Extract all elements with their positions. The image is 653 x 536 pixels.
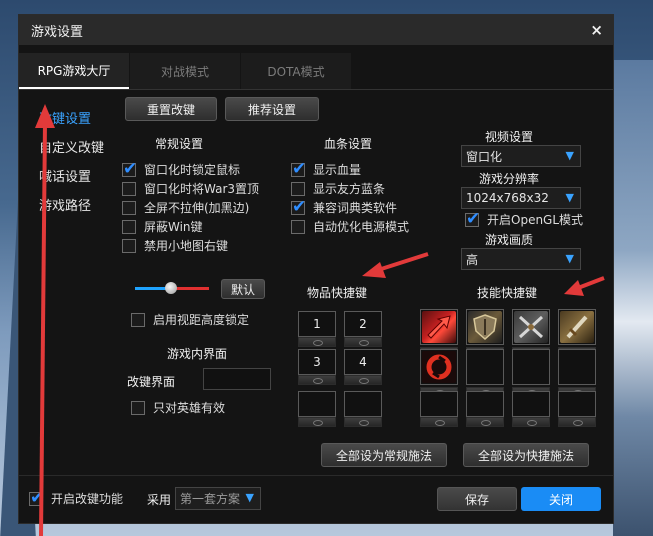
annotation-arrow-vertical	[35, 104, 55, 536]
annotation-arrow-items	[362, 252, 429, 278]
annotation-arrow-skills	[564, 276, 605, 296]
annotation-arrows	[35, 104, 605, 536]
